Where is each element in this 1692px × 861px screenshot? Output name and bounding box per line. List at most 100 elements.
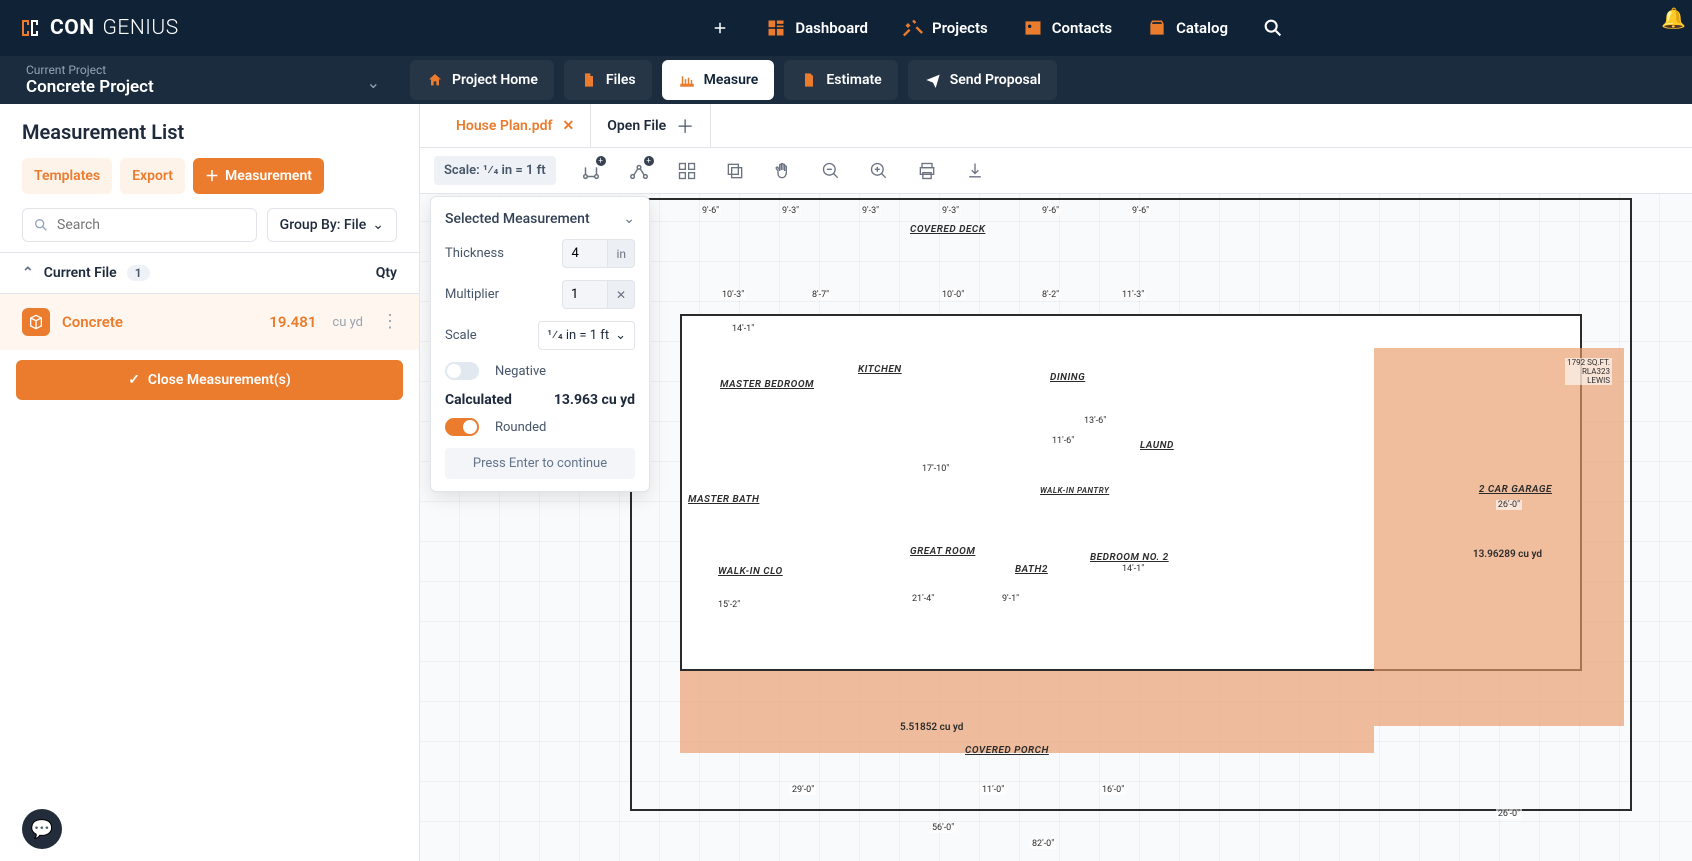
tab-estimate[interactable]: Estimate: [784, 60, 897, 100]
close-tab-icon[interactable]: ✕: [563, 118, 575, 134]
scale-chip[interactable]: Scale: 1⁄4 in = 1 ft: [434, 156, 556, 185]
nav-dashboard-label: Dashboard: [795, 19, 868, 37]
add-measurement-button[interactable]: ＋ Measurement: [193, 158, 324, 194]
brand-logo[interactable]: CON GENIUS: [18, 16, 179, 40]
measurement-name: Concrete: [62, 313, 123, 331]
home-icon: [426, 71, 444, 89]
open-file-label: Open File: [607, 118, 666, 134]
group-by-label: Group By: File: [280, 217, 367, 233]
chat-fab[interactable]: 💬: [22, 809, 62, 849]
project-tabs: Project Home Files Measure Estimate Send…: [398, 60, 1057, 100]
negative-label: Negative: [495, 364, 635, 379]
rounded-label: Rounded: [495, 420, 635, 435]
highlight-garage[interactable]: [1374, 348, 1624, 608]
nav-catalog-label: Catalog: [1176, 19, 1228, 37]
tool-copy[interactable]: [722, 158, 748, 184]
measurement-panel: Measurement List Templates Export ＋ Meas…: [0, 104, 420, 861]
measurement-row[interactable]: Concrete 19.481 cu yd ⋮: [0, 294, 419, 350]
nav-catalog[interactable]: Catalog: [1142, 11, 1232, 45]
multiplier-input[interactable]: [562, 280, 608, 309]
file-tab-active-label: House Plan.pdf: [456, 118, 553, 134]
room-garage: 2 CAR GARAGE: [1479, 484, 1552, 495]
calculated-label: Calculated: [445, 392, 512, 408]
tool-grid[interactable]: [674, 158, 700, 184]
thickness-unit[interactable]: in: [608, 239, 635, 268]
room-walkin: WALK-IN CLO: [718, 566, 783, 577]
room-bedroom2: BEDROOM NO. 2: [1090, 552, 1169, 563]
room-porch: COVERED PORCH: [965, 745, 1049, 756]
file-tabs: House Plan.pdf ✕ Open File ＋: [420, 104, 1692, 148]
search-input[interactable]: [57, 217, 246, 233]
export-button[interactable]: Export: [120, 158, 185, 194]
brand-text-genius: GENIUS: [103, 16, 179, 40]
room-master-bath: MASTER BATH: [688, 494, 759, 505]
chevron-down-icon: ⌄: [367, 73, 380, 92]
nav-dashboard[interactable]: Dashboard: [761, 11, 872, 45]
close-measurements-button[interactable]: ✓ Close Measurement(s): [16, 360, 403, 400]
chat-icon: 💬: [31, 819, 53, 840]
notification-bell-icon[interactable]: 🔔: [1661, 6, 1686, 30]
scale-label: Scale: [445, 328, 477, 343]
room-kitchen: KITCHEN: [858, 364, 902, 375]
chevron-down-icon: ⌄: [615, 328, 626, 343]
templates-label: Templates: [34, 168, 100, 184]
brand-text-con: CON: [50, 16, 95, 40]
tab-send-proposal-label: Send Proposal: [950, 72, 1041, 88]
plan-canvas[interactable]: 13.96289 cu yd 5.51852 cu yd COVERED DEC…: [420, 194, 1692, 861]
canvas-toolbar: Scale: 1⁄4 in = 1 ft + +: [420, 148, 1692, 194]
room-covered-deck: COVERED DECK: [910, 224, 985, 235]
plus-icon: [709, 17, 731, 39]
plus-icon: ＋: [205, 166, 219, 186]
tab-project-home[interactable]: Project Home: [410, 60, 554, 100]
room-master-bedroom: MASTER BEDROOM: [720, 379, 814, 390]
negative-toggle[interactable]: [445, 362, 479, 380]
contacts-icon: [1022, 17, 1044, 39]
templates-button[interactable]: Templates: [22, 158, 112, 194]
row-menu-icon[interactable]: ⋮: [375, 313, 405, 331]
floating-title: Selected Measurement: [445, 211, 590, 227]
nav-contacts[interactable]: Contacts: [1018, 11, 1116, 45]
tool-download[interactable]: [962, 158, 988, 184]
send-icon: [924, 71, 942, 89]
thickness-input[interactable]: [562, 239, 608, 268]
current-file-header[interactable]: ⌃ Current File 1 Qty: [0, 252, 419, 294]
brand-mark-icon: [18, 16, 42, 40]
room-pantry: WALK-IN PANTRY: [1040, 486, 1109, 495]
highlight-porch[interactable]: [680, 671, 1374, 753]
dashboard-icon: [765, 17, 787, 39]
tool-print[interactable]: [914, 158, 940, 184]
measurement-value: 19.481: [269, 313, 316, 331]
tool-zoom-in[interactable]: [866, 158, 892, 184]
search-input-wrap[interactable]: [22, 208, 257, 242]
nav-search[interactable]: [1258, 11, 1288, 45]
nav-projects[interactable]: Projects: [898, 11, 992, 45]
scale-value: 1⁄4 in = 1 ft: [547, 328, 609, 343]
panel-title: Measurement List: [0, 104, 419, 158]
file-count-badge: 1: [127, 265, 150, 281]
chevron-down-icon[interactable]: ⌄: [623, 211, 635, 227]
tab-files[interactable]: Files: [564, 60, 652, 100]
chevron-down-icon: ⌄: [372, 217, 384, 233]
main-body: Measurement List Templates Export ＋ Meas…: [0, 104, 1692, 861]
calculated-value: 13.963 cu yd: [554, 392, 635, 408]
rounded-toggle[interactable]: [445, 418, 479, 436]
file-tab-open[interactable]: Open File ＋: [591, 104, 711, 147]
check-icon: ✓: [128, 372, 140, 388]
highlight-garage-lower[interactable]: [1374, 608, 1624, 726]
nav-add[interactable]: [705, 11, 735, 45]
group-by-select[interactable]: Group By: File ⌄: [267, 208, 397, 242]
tool-point-add[interactable]: +: [578, 158, 604, 184]
file-tab-active[interactable]: House Plan.pdf ✕: [440, 104, 591, 147]
project-selector[interactable]: Current Project Concrete Project ⌄: [0, 57, 398, 103]
cube-icon: [22, 308, 50, 336]
tool-polyline-add[interactable]: +: [626, 158, 652, 184]
tool-pan[interactable]: [770, 158, 796, 184]
multiplier-clear-icon[interactable]: ✕: [608, 280, 635, 309]
scale-select[interactable]: 1⁄4 in = 1 ft ⌄: [538, 321, 635, 350]
tab-measure[interactable]: Measure: [662, 60, 775, 100]
tool-zoom-out[interactable]: [818, 158, 844, 184]
file-icon: [580, 71, 598, 89]
measurement-unit: cu yd: [332, 315, 363, 330]
tab-send-proposal[interactable]: Send Proposal: [908, 60, 1057, 100]
ruler-icon: [678, 71, 696, 89]
